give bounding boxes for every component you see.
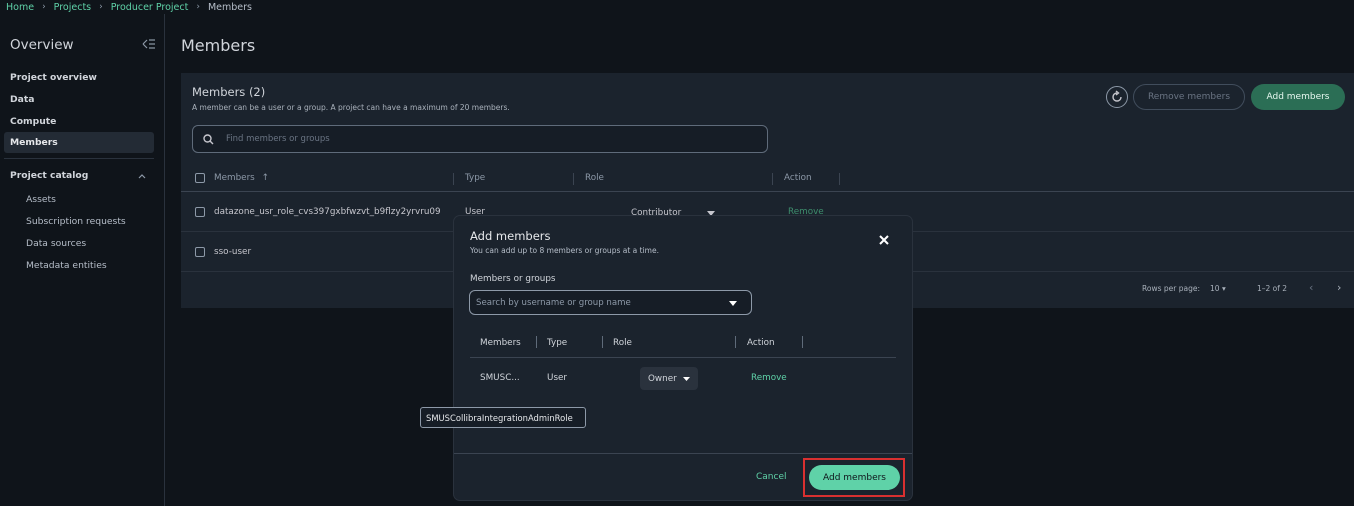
member-search-placeholder: Search by username or group name — [476, 298, 631, 308]
search-icon — [203, 134, 214, 145]
members-count-title: Members (2) — [192, 85, 266, 99]
column-divider — [839, 173, 840, 185]
sidebar: Overview Project overview Data Compute M… — [0, 14, 165, 506]
rows-per-page-label: Rows per page: — [1142, 284, 1200, 293]
dialog-table-header: Members Type Role Action — [470, 333, 896, 358]
refresh-icon — [1112, 90, 1122, 102]
confirm-add-members-button[interactable]: Add members — [809, 465, 900, 490]
refresh-button[interactable] — [1106, 86, 1128, 108]
chevron-up-icon[interactable] — [138, 172, 146, 180]
search-input[interactable]: Find members or groups — [192, 125, 768, 153]
sidebar-title: Overview — [10, 37, 74, 53]
column-divider — [453, 173, 454, 185]
chevron-right-icon: › — [196, 2, 200, 12]
column-role: Role — [585, 173, 604, 183]
sidebar-item-metadata-entities[interactable]: Metadata entities — [26, 260, 107, 271]
previous-page-icon[interactable]: ‹ — [1309, 281, 1313, 294]
remove-members-button[interactable]: Remove members — [1133, 84, 1245, 110]
pagination-range: 1–2 of 2 — [1257, 284, 1288, 293]
sidebar-item-members[interactable]: Members — [4, 132, 154, 153]
row-checkbox[interactable] — [195, 207, 205, 217]
sidebar-item-compute[interactable]: Compute — [10, 116, 56, 127]
sidebar-item-project-catalog[interactable]: Project catalog — [10, 170, 88, 181]
close-icon[interactable] — [878, 234, 890, 246]
members-description: A member can be a user or a group. A pro… — [192, 103, 510, 112]
sidebar-divider — [4, 158, 154, 159]
column-action: Action — [784, 173, 812, 183]
breadcrumb-projects[interactable]: Projects — [54, 2, 91, 13]
rows-per-page-select[interactable]: 10 ▾ — [1210, 284, 1226, 293]
caret-down-icon — [682, 376, 690, 381]
dialog-footer-divider — [454, 453, 912, 454]
member-name: datazone_usr_role_cvs397gxbfwzvt_b9flzy2… — [214, 207, 441, 217]
dialog-subtitle: You can add up to 8 members or groups at… — [470, 246, 659, 255]
chevron-right-icon: › — [99, 2, 103, 12]
caret-down-icon: ▾ — [1221, 284, 1226, 293]
dialog-member-name[interactable]: SMUSC... — [480, 373, 520, 383]
next-page-icon[interactable]: › — [1337, 281, 1341, 294]
member-search-select[interactable]: Search by username or group name — [469, 290, 752, 315]
sort-ascending-icon: ↑ — [261, 173, 269, 183]
role-select[interactable]: Owner — [640, 367, 698, 390]
sidebar-item-assets[interactable]: Assets — [26, 194, 56, 205]
column-divider — [573, 173, 574, 185]
dialog-column-role: Role — [613, 338, 632, 348]
dialog-column-action: Action — [747, 338, 775, 348]
column-divider — [536, 336, 537, 348]
column-divider — [802, 336, 803, 348]
column-type: Type — [465, 173, 486, 183]
column-divider — [602, 336, 603, 348]
sidebar-item-project-overview[interactable]: Project overview — [10, 72, 97, 83]
column-members[interactable]: Members ↑ — [214, 173, 269, 183]
dialog-column-type: Type — [547, 338, 568, 348]
page-title: Members — [181, 36, 256, 55]
collapse-sidebar-icon[interactable] — [142, 38, 156, 50]
cancel-button[interactable]: Cancel — [756, 472, 787, 482]
table-header: Members ↑ Type Role Action — [181, 168, 1354, 192]
row-checkbox[interactable] — [195, 247, 205, 257]
column-divider — [772, 173, 773, 185]
column-divider — [735, 336, 736, 348]
highlight-box: Add members — [803, 458, 905, 497]
dialog-member-type: User — [547, 373, 568, 383]
sidebar-item-data[interactable]: Data — [10, 94, 34, 105]
breadcrumb: Home › Projects › Producer Project › Mem… — [6, 0, 252, 14]
sidebar-item-subscription-requests[interactable]: Subscription requests — [26, 216, 126, 227]
role-select-value: Owner — [648, 373, 677, 384]
sidebar-item-data-sources[interactable]: Data sources — [26, 238, 86, 249]
members-or-groups-label: Members or groups — [470, 274, 556, 284]
add-members-dialog: Add members You can add up to 8 members … — [454, 216, 912, 500]
member-name: sso-user — [214, 247, 252, 257]
chevron-right-icon: › — [42, 2, 46, 12]
caret-down-icon — [729, 301, 737, 306]
breadcrumb-current: Members — [207, 1, 252, 13]
add-members-button[interactable]: Add members — [1251, 84, 1345, 110]
dialog-remove-link[interactable]: Remove — [751, 373, 787, 383]
breadcrumb-project[interactable]: Producer Project — [111, 2, 189, 13]
select-all-checkbox[interactable] — [195, 173, 205, 183]
dialog-column-members: Members — [480, 338, 521, 348]
member-tooltip: SMUSCollibraIntegrationAdminRole — [420, 407, 586, 428]
dialog-title: Add members — [470, 229, 551, 243]
breadcrumb-home[interactable]: Home — [6, 2, 34, 13]
search-placeholder: Find members or groups — [226, 134, 330, 144]
